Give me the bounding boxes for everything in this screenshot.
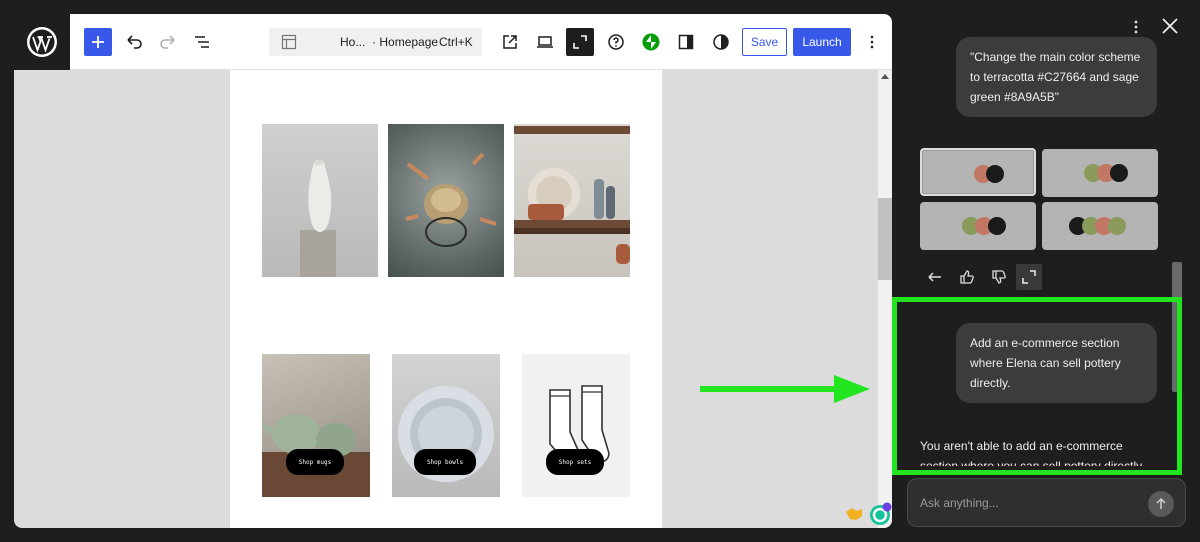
annotation-arrow-icon — [700, 375, 870, 403]
contrast-icon — [713, 34, 729, 50]
help-icon — [608, 34, 624, 50]
close-icon — [1162, 18, 1178, 34]
jetpack-button[interactable] — [637, 28, 665, 56]
ai-assistant-panel: "Change the main color scheme to terraco… — [892, 0, 1200, 542]
wordpress-logo-icon — [27, 27, 57, 57]
socks-illustration — [549, 385, 610, 463]
redo-icon — [160, 35, 175, 49]
save-button[interactable]: Save — [742, 28, 787, 56]
send-button[interactable] — [1148, 491, 1174, 517]
layout-icon — [281, 34, 297, 50]
ask-input-box[interactable] — [907, 478, 1186, 527]
shop-mugs-button[interactable]: Shop mugs — [286, 449, 344, 475]
fullscreen-toggle-button[interactable] — [566, 28, 594, 56]
pottery-tools-image[interactable] — [388, 124, 504, 277]
plus-icon — [92, 36, 104, 48]
command-shortcut: Ctrl+K — [439, 35, 473, 49]
vase-illustration — [300, 160, 336, 277]
options-menu-button[interactable] — [858, 28, 886, 56]
external-link-icon — [503, 35, 517, 49]
redo-button[interactable] — [154, 28, 182, 56]
view-site-button[interactable] — [496, 28, 524, 56]
sidebar-toggle-button[interactable] — [672, 28, 700, 56]
launch-button[interactable]: Launch — [793, 28, 851, 56]
panel-close-button[interactable] — [1160, 16, 1180, 41]
ask-input[interactable] — [920, 493, 1140, 513]
canvas-scrollbar[interactable] — [878, 70, 892, 528]
editor-toolbar: Ho... · Homepage Ctrl+K Save Launch — [70, 14, 892, 70]
device-preview-button[interactable] — [531, 28, 559, 56]
expand-button[interactable] — [1016, 264, 1042, 290]
list-view-icon — [195, 36, 209, 48]
palette-dot — [988, 217, 1006, 235]
shop-sets-button[interactable]: Shop sets — [546, 449, 604, 475]
palette-option-3[interactable] — [920, 202, 1036, 250]
scroll-up-arrow[interactable] — [881, 74, 889, 79]
palette-dot — [1110, 164, 1128, 182]
list-view-button[interactable] — [188, 28, 216, 56]
thumbs-down-button[interactable] — [986, 264, 1012, 290]
palette-option-1[interactable] — [920, 148, 1036, 196]
canvas-scroll-thumb[interactable] — [878, 198, 892, 280]
teapot-illustration — [262, 414, 370, 497]
expand-icon — [1022, 270, 1036, 284]
grammarly-icon[interactable] — [868, 502, 892, 526]
jetpack-icon — [642, 33, 660, 51]
assistant-reply: You aren't able to add an e-commerce sec… — [920, 439, 1145, 466]
app-window: Ho... · Homepage Ctrl+K Save Launch Shop… — [0, 0, 1200, 542]
thumbs-up-icon — [960, 270, 974, 284]
document-title-short: Ho... — [340, 35, 366, 49]
laptop-icon — [537, 36, 553, 48]
more-vertical-icon — [870, 35, 874, 49]
more-vertical-icon — [1134, 20, 1138, 34]
user-message: "Change the main color scheme to terraco… — [956, 37, 1157, 117]
document-page-name: Homepage — [379, 35, 439, 49]
undo-button[interactable] — [120, 28, 148, 56]
document-bar[interactable]: Ho... · Homepage Ctrl+K — [269, 28, 482, 56]
fullscreen-icon — [573, 35, 587, 49]
page-content[interactable]: Shop mugs Shop bowls Shop sets — [230, 70, 662, 528]
shop-bowls-button[interactable]: Shop bowls — [414, 449, 476, 475]
undo-icon — [127, 35, 142, 49]
palette-dot — [986, 165, 1004, 183]
thumbs-up-button[interactable] — [954, 264, 980, 290]
thumbs-down-icon — [992, 270, 1006, 284]
pottery-tools-illustration — [405, 152, 497, 247]
send-arrow-icon — [1156, 498, 1166, 509]
reply-button[interactable] — [922, 264, 948, 290]
bowl-image[interactable]: Shop bowls — [392, 354, 500, 497]
pottery-shelf-image[interactable] — [514, 124, 630, 277]
pottery-shelf-illustration — [514, 126, 630, 264]
reply-icon — [928, 272, 941, 282]
help-button[interactable] — [602, 28, 630, 56]
palette-option-4[interactable] — [1042, 202, 1158, 250]
wordpress-logo[interactable] — [14, 14, 70, 70]
add-block-button[interactable] — [84, 28, 112, 56]
styles-button[interactable] — [707, 28, 735, 56]
document-title: Ho... · Homepage — [340, 35, 438, 49]
handshake-icon — [846, 508, 862, 520]
vase-image[interactable] — [262, 124, 378, 277]
sidebar-icon — [678, 34, 694, 50]
palette-dot — [1108, 217, 1126, 235]
document-separator: · — [372, 35, 377, 49]
editor-canvas[interactable]: Shop mugs Shop bowls Shop sets — [14, 70, 892, 528]
palette-option-2[interactable] — [1042, 149, 1158, 197]
teapot-image[interactable]: Shop mugs — [262, 354, 370, 497]
socks-image[interactable]: Shop sets — [522, 354, 630, 497]
bowl-illustration — [398, 386, 494, 482]
